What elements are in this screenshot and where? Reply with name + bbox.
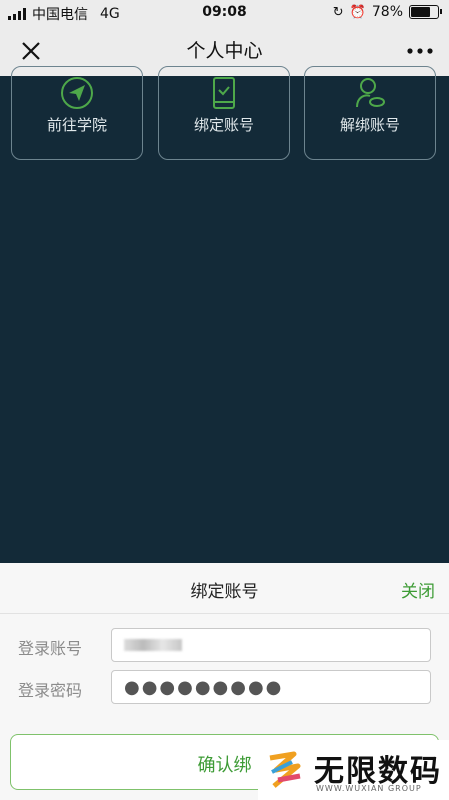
alarm-icon: ⏰	[349, 4, 366, 20]
content-area: 前往学院 绑定账号 解绑账号	[0, 66, 449, 563]
account-label: 登录账号	[18, 639, 83, 658]
paper-plane-icon	[61, 77, 93, 109]
password-input[interactable]: ●●●●●●●●●	[111, 670, 431, 704]
battery-percent: 78%	[371, 4, 403, 20]
status-bar: 中国电信 4G 09:08 ↻ ⏰ 78%	[0, 0, 449, 26]
watermark: 无限数码 WWW.WUXIAN GROUP	[258, 740, 449, 800]
user-unlink-icon	[356, 78, 385, 108]
password-label: 登录密码	[18, 681, 83, 700]
bind-form: 登录账号 登录密码 ●●●●●●●●●	[0, 614, 449, 724]
orientation-lock-icon: ↻	[332, 4, 344, 20]
sheet-title: 绑定账号	[190, 582, 259, 602]
watermark-logo-icon	[269, 751, 301, 788]
card-unbind-account[interactable]: 解绑账号	[304, 66, 436, 160]
card-label: 前往学院	[46, 116, 107, 134]
card-go-academy[interactable]: 前往学院	[11, 66, 143, 160]
account-value-redacted	[124, 639, 182, 651]
account-input[interactable]	[111, 628, 431, 662]
password-value: ●●●●●●●●●	[124, 676, 284, 698]
battery-level	[411, 7, 430, 17]
more-button[interactable]	[403, 38, 437, 64]
battery-icon	[409, 5, 442, 19]
more-dots-icon	[407, 48, 433, 54]
watermark-subtext: WWW.WUXIAN GROUP	[316, 784, 422, 793]
status-right: ↻ ⏰ 78%	[332, 4, 442, 20]
card-label: 解绑账号	[339, 116, 400, 134]
card-label: 绑定账号	[193, 116, 254, 134]
card-bind-account[interactable]: 绑定账号	[158, 66, 290, 160]
phone-check-icon	[213, 77, 235, 109]
sheet-header: 绑定账号 关闭	[0, 563, 449, 614]
sheet-close-button[interactable]: 关闭	[401, 577, 435, 602]
